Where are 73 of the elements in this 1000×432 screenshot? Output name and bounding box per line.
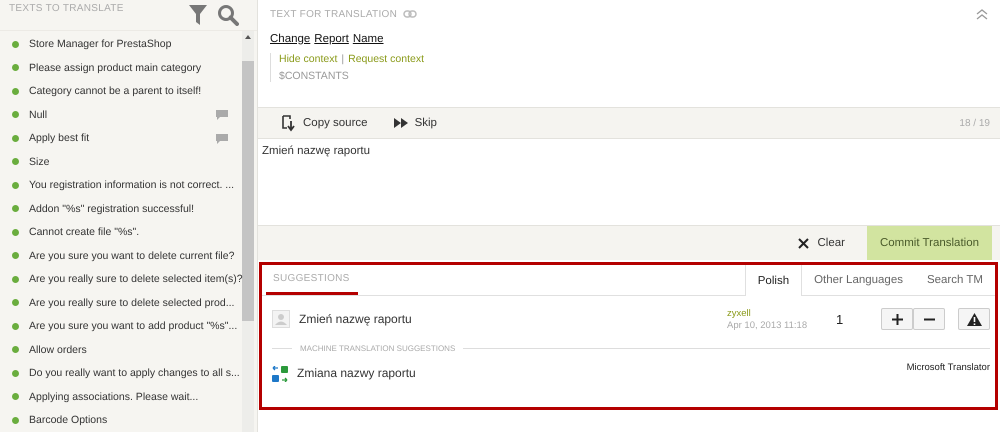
- search-icon[interactable]: [217, 4, 239, 26]
- status-dot-icon: [12, 393, 19, 400]
- machine-translation-heading: MACHINE TRANSLATION SUGGESTIONS: [300, 344, 456, 352]
- plus-icon: [892, 314, 902, 324]
- sidebar-title: TEXTS TO TRANSLATE: [9, 3, 125, 14]
- text-list-item[interactable]: Category cannot be a parent to itself!: [0, 80, 242, 103]
- status-dot-icon: [12, 416, 19, 424]
- source-word[interactable]: Name: [352, 33, 384, 45]
- text-list-item[interactable]: Please assign product main category: [0, 56, 242, 80]
- scrollbar[interactable]: [242, 30, 254, 432]
- translator-icon: [272, 366, 288, 382]
- status-dot-icon: [12, 252, 19, 260]
- clear-button[interactable]: Clear: [798, 226, 867, 260]
- status-dot-icon: [12, 370, 19, 377]
- section-title: SUGGESTIONS: [266, 265, 358, 295]
- downvote-button[interactable]: [913, 308, 945, 330]
- report-button[interactable]: [958, 308, 990, 330]
- close-icon: [798, 238, 810, 248]
- comment-icon: [216, 134, 228, 144]
- text-list-item[interactable]: Applying associations. Please wait...: [0, 385, 242, 408]
- warning-icon: [966, 312, 982, 326]
- text-list-item[interactable]: Are you really sure to delete selected prod...: [0, 291, 242, 314]
- status-dot-icon: [12, 111, 19, 118]
- language-tab[interactable]: Search TM: [914, 265, 995, 295]
- status-dot-icon: [12, 158, 19, 166]
- text-list-item[interactable]: Allow orders: [0, 338, 242, 362]
- scroll-up-icon[interactable]: [245, 34, 251, 38]
- filter-icon[interactable]: [189, 4, 207, 25]
- language-tab[interactable]: Other Languages: [802, 265, 915, 295]
- text-list-item[interactable]: Size: [0, 150, 242, 174]
- status-dot-icon: [12, 322, 19, 330]
- source-word[interactable]: Change: [270, 33, 310, 45]
- text-list-item[interactable]: Cannot create file "%s".: [0, 220, 242, 244]
- status-dot-icon: [12, 276, 19, 283]
- status-dot-icon: [12, 346, 19, 354]
- machine-suggestion-text[interactable]: Zmiana nazwy raportu: [297, 366, 416, 380]
- text-list-item[interactable]: Store Manager for PrestaShop: [0, 32, 242, 56]
- upvote-button[interactable]: [881, 308, 913, 330]
- copy-source-button[interactable]: Copy source: [282, 114, 368, 132]
- text-list-item[interactable]: Do you really want to apply changes to all s...: [0, 362, 242, 385]
- skip-button[interactable]: Skip: [394, 117, 437, 129]
- text-list-item[interactable]: Are you sure you want to delete current file?: [0, 244, 242, 268]
- context-text: $CONSTANTS: [279, 70, 350, 82]
- suggestion-text[interactable]: Zmień nazwę raportu: [299, 312, 412, 326]
- separator: |: [341, 53, 344, 65]
- text-list-item[interactable]: You registration information is not correct. ...: [0, 174, 242, 197]
- suggestion-date: Apr 10, 2013 11:18: [727, 320, 808, 330]
- commit-translation-button[interactable]: Commit Translation: [866, 226, 992, 260]
- skip-icon: [394, 118, 408, 128]
- status-dot-icon: [12, 205, 19, 212]
- collapse-icon[interactable]: [976, 8, 988, 20]
- text-list-item[interactable]: Null: [0, 103, 242, 126]
- copy-icon: [282, 114, 296, 132]
- vote-count: 1: [836, 312, 844, 326]
- section-title: TEXT FOR TRANSLATION: [270, 8, 398, 20]
- text-list-item[interactable]: Apply best fit: [0, 126, 242, 150]
- text-list-item[interactable]: Are you really sure to delete selected item(s)?: [0, 268, 242, 291]
- text-list-item[interactable]: Barcode Options: [0, 408, 242, 432]
- text-list-item[interactable]: Are you sure you want to add product "%s"...: [0, 314, 242, 338]
- status-dot-icon: [12, 228, 19, 236]
- status-dot-icon: [12, 299, 19, 306]
- source-word[interactable]: Report: [314, 33, 349, 45]
- comment-icon: [216, 110, 228, 120]
- avatar-icon: [272, 310, 290, 328]
- status-dot-icon: [12, 88, 19, 95]
- status-dot-icon: [12, 134, 19, 142]
- language-tab[interactable]: Polish: [744, 265, 802, 296]
- status-dot-icon: [12, 40, 19, 48]
- status-dot-icon: [12, 182, 19, 189]
- text-list-item[interactable]: Addon "%s" registration successful!: [0, 197, 242, 220]
- provider-name: Microsoft Translator: [906, 362, 990, 373]
- status-dot-icon: [12, 64, 19, 72]
- progress-counter: 18 / 19: [959, 118, 990, 128]
